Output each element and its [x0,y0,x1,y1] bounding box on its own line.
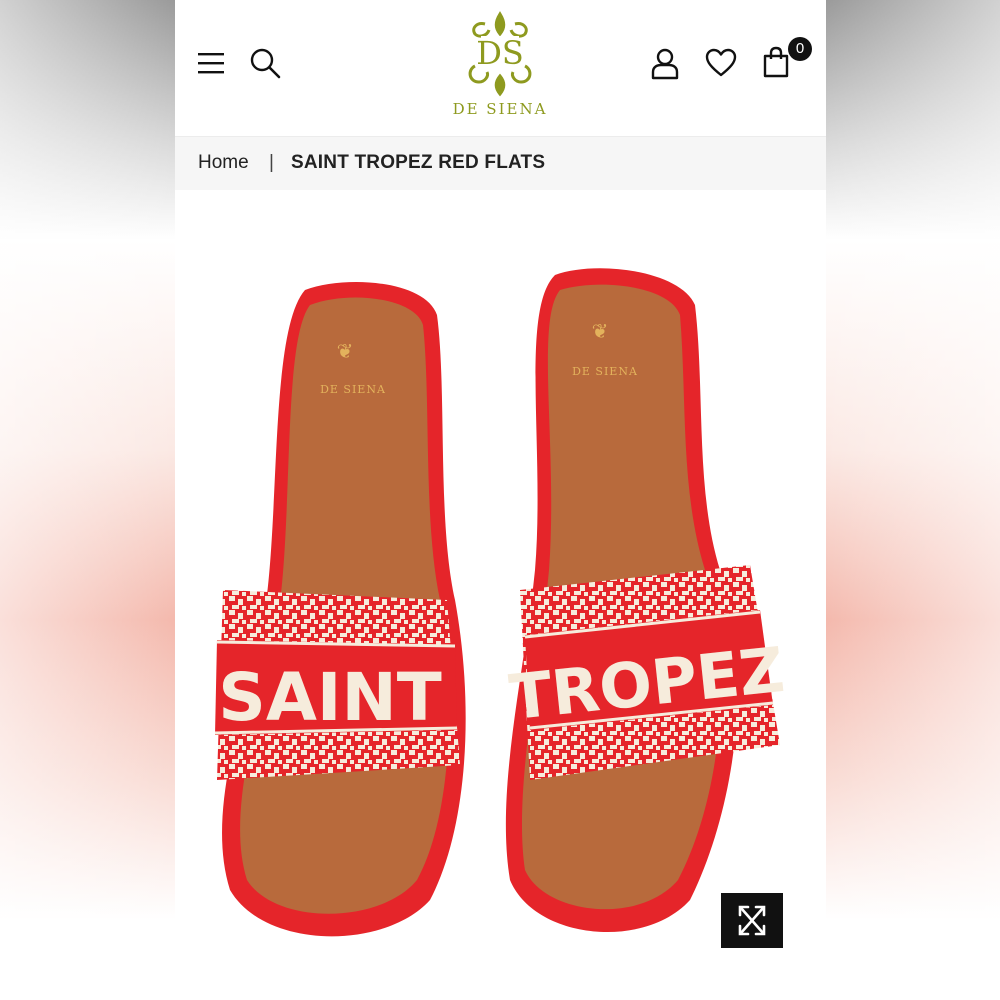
background-right [825,0,1000,1000]
menu-icon[interactable] [197,50,225,76]
breadcrumb-current-page: SAINT TROPEZ RED FLATS [291,152,546,173]
right-sandal: ❦ DE SIENA TROPEZ [505,268,788,933]
product-image-area: ❦ DE SIENA SAINT ❦ DE SIENA TROPEZ [175,190,826,1000]
user-icon[interactable] [651,48,679,80]
brand-logo[interactable]: DS DE SIENA [415,10,585,122]
svg-text:DS: DS [476,34,524,72]
breadcrumb-home-link[interactable]: Home [198,152,249,174]
search-icon[interactable] [249,47,281,79]
mobile-page: DS DE SIENA 0 Home | SAINT TROPEZ RED FL… [175,0,826,1000]
expand-icon [738,905,766,936]
left-sandal: ❦ DE SIENA SAINT [214,282,466,937]
logo-emblem-icon: DS [468,11,532,97]
cart-count-badge[interactable]: 0 [788,37,812,61]
svg-text:❦: ❦ [337,339,354,363]
svg-text:❦: ❦ [592,319,609,343]
svg-text:SAINT: SAINT [218,659,441,736]
site-header: DS DE SIENA 0 [175,0,826,137]
brand-name: DE SIENA [452,100,548,118]
zoom-button[interactable] [721,893,783,948]
svg-text:DE SIENA: DE SIENA [572,365,638,378]
breadcrumb: Home | SAINT TROPEZ RED FLATS [175,137,826,190]
background-left [0,0,175,1000]
heart-icon[interactable] [705,48,737,78]
svg-text:DE SIENA: DE SIENA [320,383,386,396]
breadcrumb-separator: | [269,152,274,173]
product-image[interactable]: ❦ DE SIENA SAINT ❦ DE SIENA TROPEZ [175,190,826,1000]
shopping-bag-icon[interactable] [763,46,789,78]
